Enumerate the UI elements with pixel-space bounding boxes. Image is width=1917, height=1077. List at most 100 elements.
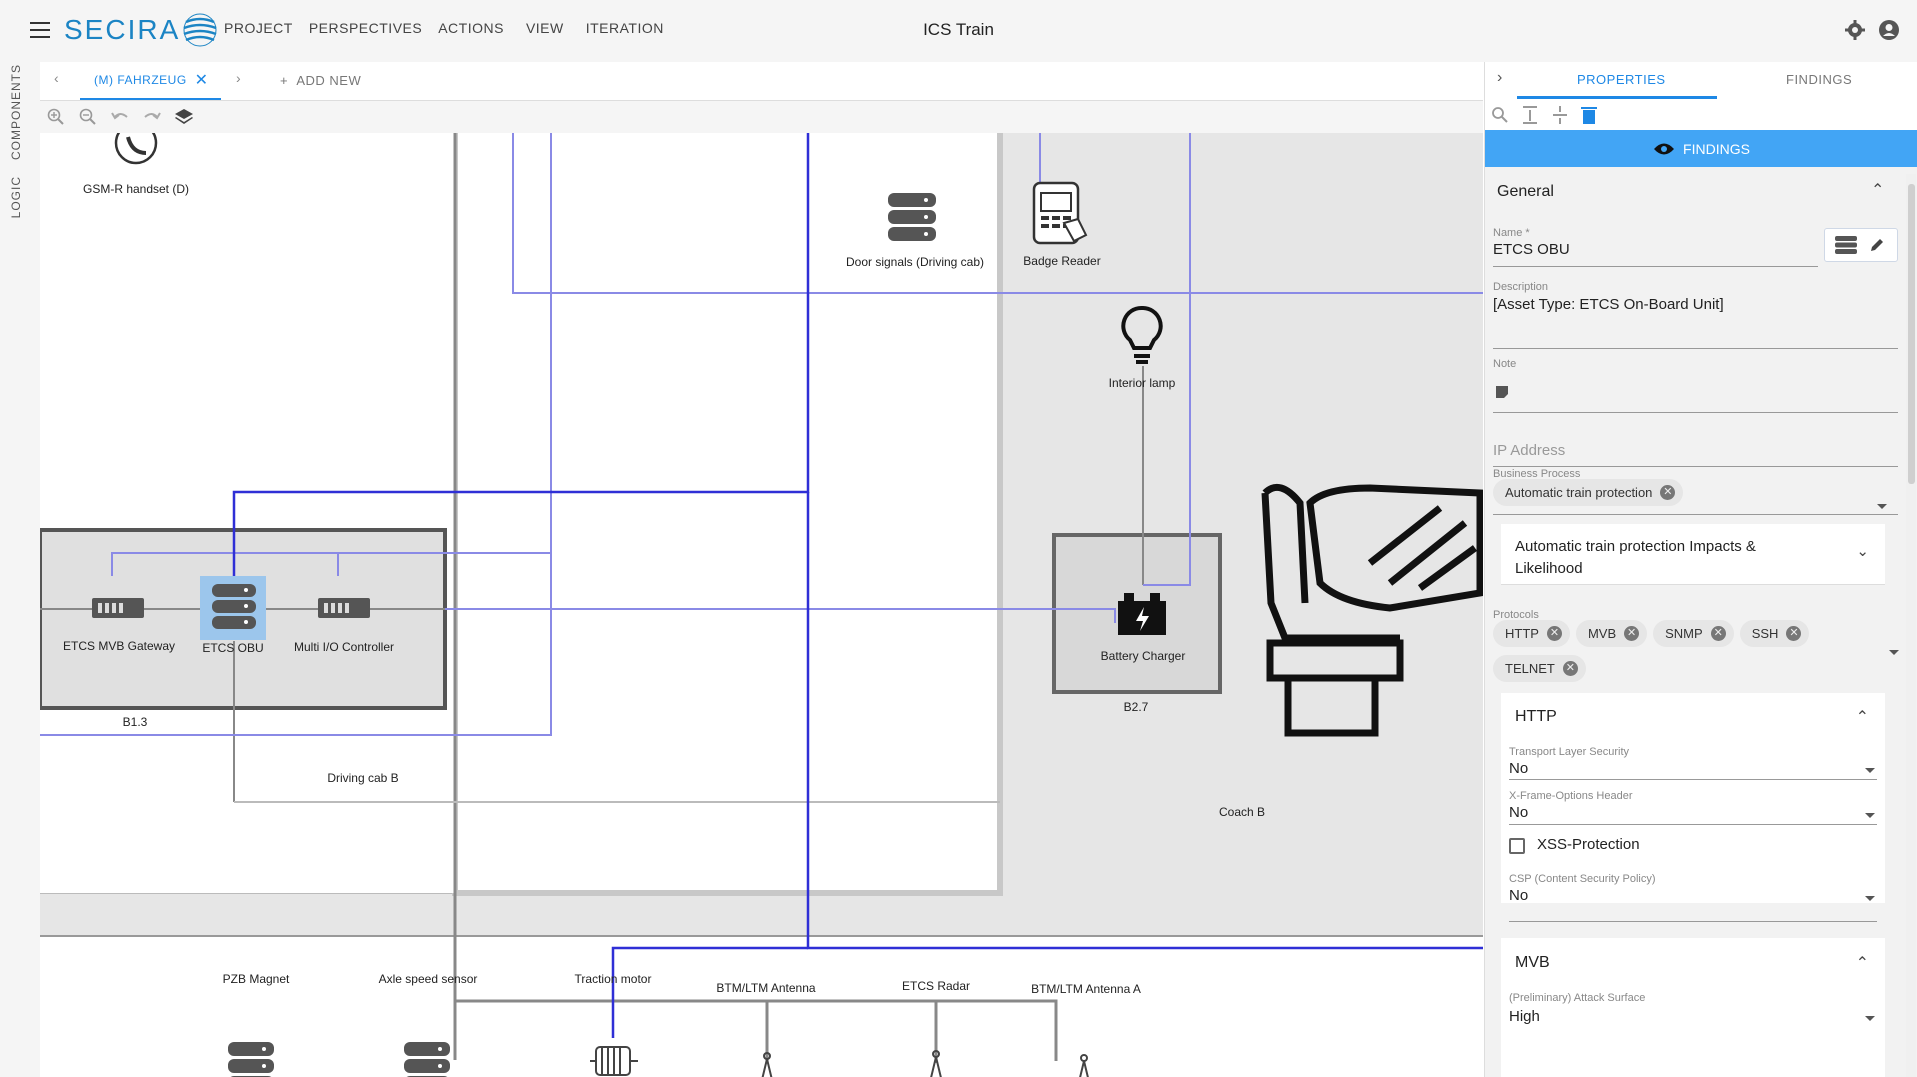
scrollbar-thumb[interactable]: [1908, 184, 1915, 484]
add-new-label: ADD NEW: [296, 73, 362, 88]
zoom-out-icon[interactable]: [78, 107, 98, 127]
dropdown-arrow-icon[interactable]: [1865, 768, 1875, 773]
delete-icon[interactable]: [1580, 105, 1598, 125]
impacts-expander[interactable]: Automatic train protection Impacts & Lik…: [1501, 524, 1885, 585]
node-btm-a-label[interactable]: BTM/LTM Antenna A: [1031, 982, 1141, 996]
attack-surface-select[interactable]: High: [1509, 1008, 1540, 1025]
findings-button-label: FINDINGS: [1683, 140, 1750, 157]
name-field[interactable]: ETCS OBU: [1493, 241, 1570, 258]
remove-chip-icon[interactable]: ✕: [1786, 626, 1802, 641]
remove-chip-icon[interactable]: ✕: [1546, 626, 1562, 641]
main-menu: PROJECT PERSPECTIVES ACTIONS VIEW ITERAT…: [224, 20, 680, 36]
tab-findings[interactable]: FINDINGS: [1786, 72, 1852, 87]
node-etcs-obu-label[interactable]: ETCS OBU: [202, 641, 263, 655]
redo-icon[interactable]: [142, 107, 162, 127]
menu-icon[interactable]: [30, 22, 50, 38]
node-pzb-label[interactable]: PZB Magnet: [223, 972, 290, 986]
zone-coach-label: Coach B: [1218, 805, 1266, 819]
panel-scrollbar[interactable]: [1906, 174, 1916, 1077]
csp-select[interactable]: No: [1509, 887, 1528, 904]
dropdown-arrow-icon[interactable]: [1865, 1016, 1875, 1021]
pencil-icon: [1871, 239, 1883, 251]
mvb-title[interactable]: MVB: [1515, 954, 1550, 972]
remove-chip-icon[interactable]: ✕: [1710, 626, 1726, 641]
business-process-select[interactable]: Automatic train protection ✕: [1493, 479, 1689, 506]
logo: SECIRA: [64, 10, 220, 50]
dropdown-arrow-icon[interactable]: [1877, 504, 1887, 509]
tab-next-icon[interactable]: ›: [236, 70, 241, 86]
protocol-chip-label: SSH: [1751, 626, 1779, 641]
node-traction-label[interactable]: Traction motor: [575, 972, 652, 986]
menu-project[interactable]: PROJECT: [224, 20, 293, 36]
http-title[interactable]: HTTP: [1515, 708, 1557, 726]
node-badge-label[interactable]: Badge Reader: [1023, 254, 1100, 268]
dropdown-arrow-icon[interactable]: [1889, 650, 1899, 655]
account-icon[interactable]: [1879, 20, 1899, 40]
node-lamp-label[interactable]: Interior lamp: [1109, 376, 1176, 390]
xss-checkbox[interactable]: [1509, 838, 1525, 854]
gear-icon[interactable]: [1845, 20, 1865, 40]
node-multi-io-label[interactable]: Multi I/O Controller: [294, 640, 394, 654]
add-new-button[interactable]: + ADD NEW: [280, 73, 361, 88]
panel-tabs: › PROPERTIES FINDINGS: [1485, 62, 1917, 101]
search-icon[interactable]: [1491, 106, 1509, 124]
chevron-up-icon[interactable]: ⌃: [1856, 953, 1869, 973]
menu-view[interactable]: VIEW: [526, 20, 564, 36]
description-underline: [1493, 348, 1898, 349]
undo-icon[interactable]: [110, 107, 130, 127]
note-icon[interactable]: [1495, 385, 1509, 399]
node-mvb-gw-label[interactable]: ETCS MVB Gateway: [63, 639, 175, 653]
node-btm-label[interactable]: BTM/LTM Antenna: [716, 981, 815, 995]
tab-prev-icon[interactable]: ‹: [54, 70, 59, 86]
zoom-in-icon[interactable]: [46, 107, 66, 127]
protocol-chip-ssh[interactable]: SSH ✕: [1739, 620, 1810, 647]
close-icon[interactable]: ✕: [195, 70, 209, 90]
diagram-drawing: [40, 133, 1483, 1077]
zone-driving-cab-label: Driving cab B: [327, 771, 399, 785]
diagram-canvas[interactable]: GSM-R handset (D) Door signals (Driving …: [40, 133, 1483, 1077]
protocols-select[interactable]: HTTP ✕ MVB ✕ SNMP ✕ SSH ✕ TELNET ✕: [1493, 620, 1873, 682]
dropdown-arrow-icon[interactable]: [1865, 813, 1875, 818]
protocol-chip-snmp[interactable]: SNMP ✕: [1653, 620, 1734, 647]
ip-underline: [1493, 466, 1898, 467]
node-door-label[interactable]: Door signals (Driving cab): [846, 255, 984, 269]
description-field[interactable]: [Asset Type: ETCS On-Board Unit]: [1493, 296, 1724, 313]
remove-chip-icon[interactable]: ✕: [1562, 661, 1578, 676]
tab-logic[interactable]: LOGIC: [9, 176, 23, 218]
node-battery-label[interactable]: Battery Charger: [1101, 649, 1186, 663]
node-gsm-label[interactable]: GSM-R handset (D): [83, 182, 189, 196]
tab-properties[interactable]: PROPERTIES: [1577, 72, 1666, 87]
dropdown-arrow-icon[interactable]: [1865, 896, 1875, 901]
remove-chip-icon[interactable]: ✕: [1624, 626, 1640, 641]
xframe-select[interactable]: No: [1509, 804, 1528, 821]
protocol-chip-telnet[interactable]: TELNET ✕: [1493, 655, 1586, 682]
remove-chip-icon[interactable]: ✕: [1660, 485, 1676, 500]
general-header[interactable]: General ⌃: [1485, 174, 1905, 208]
business-chip[interactable]: Automatic train protection ✕: [1493, 479, 1684, 506]
ip-address-input[interactable]: IP Address: [1493, 442, 1565, 459]
zone-b27-label: B2.7: [1123, 700, 1149, 714]
type-edit-button[interactable]: [1824, 228, 1898, 262]
node-radar-label[interactable]: ETCS Radar: [902, 979, 970, 993]
chevron-up-icon[interactable]: ⌃: [1856, 707, 1869, 727]
menu-iteration[interactable]: ITERATION: [586, 20, 664, 36]
menu-actions[interactable]: ACTIONS: [438, 20, 504, 36]
layers-icon[interactable]: [174, 107, 194, 127]
name-underline: [1493, 266, 1818, 267]
badge-reader-icon: [1032, 181, 1088, 245]
tls-select[interactable]: No: [1509, 760, 1528, 777]
protocol-chip-mvb[interactable]: MVB ✕: [1575, 620, 1648, 647]
menu-perspectives[interactable]: PERSPECTIVES: [309, 20, 422, 36]
note-label: Note: [1493, 358, 1517, 370]
expand-all-icon[interactable]: [1521, 105, 1539, 125]
tab-components[interactable]: COMPONENTS: [9, 64, 23, 160]
protocol-chip-http[interactable]: HTTP ✕: [1493, 620, 1570, 647]
node-axle-label[interactable]: Axle speed sensor: [379, 972, 478, 986]
tab-fahrzeug[interactable]: (M) FAHRZEUG ✕: [80, 62, 221, 100]
panel-content: General ⌃ Name * ETCS OBU Description [A…: [1485, 174, 1905, 1077]
findings-button[interactable]: FINDINGS: [1485, 130, 1917, 167]
tab-indicator: [1517, 96, 1717, 99]
collapse-panel-icon[interactable]: ›: [1497, 69, 1503, 87]
collapse-all-icon[interactable]: [1551, 105, 1569, 125]
tab-fahrzeug-label: (M) FAHRZEUG: [94, 73, 187, 87]
